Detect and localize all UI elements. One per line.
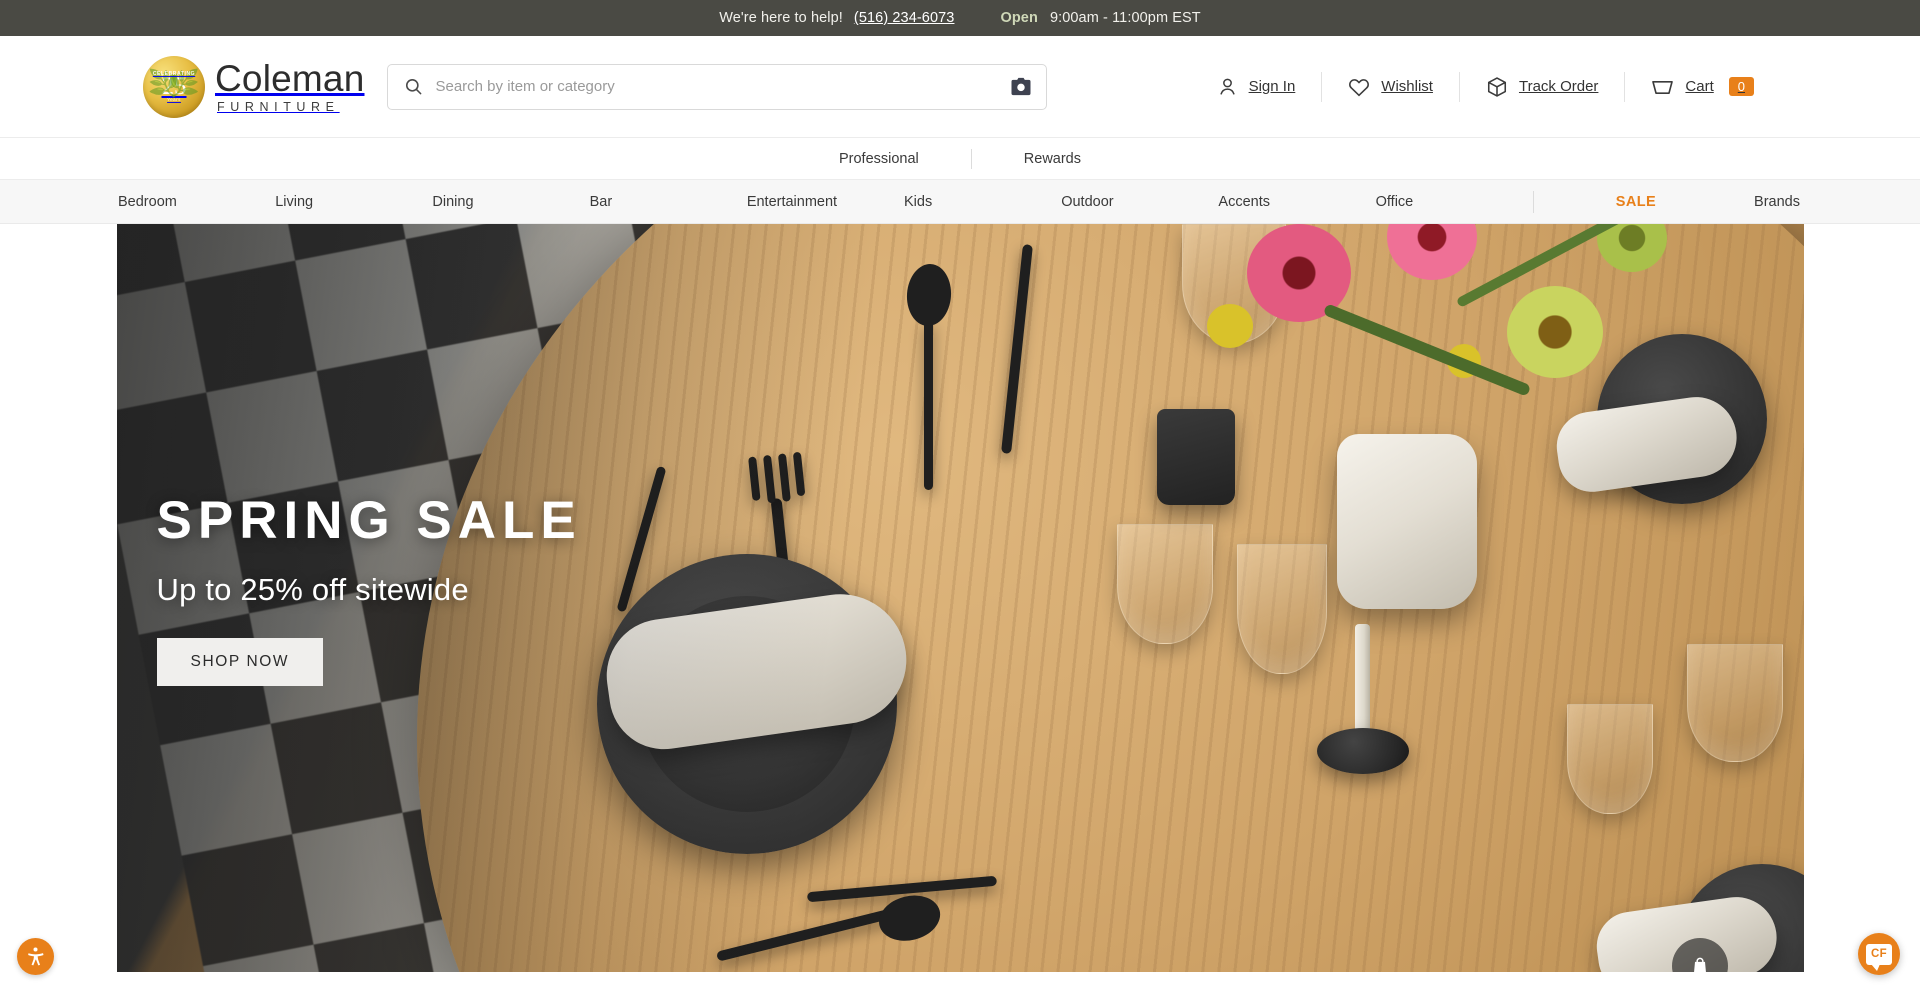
package-icon <box>1486 76 1508 98</box>
badge-years-text: Years <box>167 97 181 102</box>
nav-item-outdoor[interactable]: Outdoor <box>1061 194 1218 210</box>
cart-button[interactable]: Cart 0 <box>1625 67 1780 107</box>
wishlist-label: Wishlist <box>1381 78 1433 95</box>
top-utility-bar: We're here to help! (516) 234-6073 Open … <box>0 0 1920 36</box>
search-input[interactable] <box>435 78 1011 95</box>
heart-icon <box>1348 77 1370 97</box>
user-icon <box>1217 76 1238 97</box>
accessibility-icon[interactable] <box>17 938 54 975</box>
cart-label: Cart <box>1685 78 1714 95</box>
logo-subtitle: FURNITURE <box>217 99 340 114</box>
nav-professional[interactable]: Professional <box>787 151 971 167</box>
logo-wordmark: Coleman FURNITURE <box>215 57 365 114</box>
main-nav-promo: SALE Brands <box>1534 194 1800 210</box>
nav-item-brands[interactable]: Brands <box>1736 194 1800 210</box>
sign-in-button[interactable]: Sign In <box>1191 67 1322 107</box>
main-navigation: Bedroom Living Dining Bar Entertainment … <box>0 180 1920 224</box>
secondary-nav-bar: Professional Rewards <box>0 138 1920 180</box>
header-actions: Sign In Wishlist Track Order Cart 0 <box>1191 67 1780 107</box>
site-logo[interactable]: 🌿 🌿 Celebrating 25 Years Coleman FURNITU… <box>143 55 365 118</box>
hero-content: SPRING SALE Up to 25% off sitewide SHOP … <box>156 491 582 686</box>
nav-rewards[interactable]: Rewards <box>972 151 1133 167</box>
nav-item-kids[interactable]: Kids <box>904 194 1061 210</box>
shop-now-button[interactable]: SHOP NOW <box>156 638 324 686</box>
search-bar[interactable] <box>387 63 1048 110</box>
search-icon <box>404 77 423 96</box>
phone-link[interactable]: (516) 234-6073 <box>854 10 955 26</box>
cart-icon <box>1651 77 1674 97</box>
anniversary-badge-icon: 🌿 🌿 Celebrating 25 Years <box>143 55 205 118</box>
nav-item-office[interactable]: Office <box>1376 194 1533 210</box>
hours-group: Open 9:00am - 11:00pm EST <box>1000 10 1200 26</box>
wishlist-button[interactable]: Wishlist <box>1322 67 1459 107</box>
nav-item-entertainment[interactable]: Entertainment <box>747 194 904 210</box>
nav-item-sale[interactable]: SALE <box>1534 194 1736 210</box>
chat-bubble-icon[interactable]: CF <box>1858 933 1900 975</box>
chat-label: CF <box>1866 943 1892 971</box>
sign-in-label: Sign In <box>1248 78 1296 95</box>
help-group: We're here to help! (516) 234-6073 <box>719 10 954 26</box>
hero-title: SPRING SALE <box>156 491 582 550</box>
logo-name: Coleman <box>215 57 365 99</box>
track-order-label: Track Order <box>1518 78 1599 95</box>
site-header: 🌿 🌿 Celebrating 25 Years Coleman FURNITU… <box>0 36 1920 138</box>
main-nav-categories: Bedroom Living Dining Bar Entertainment … <box>118 194 1533 210</box>
hero-subtitle: Up to 25% off sitewide <box>156 572 469 607</box>
nav-item-living[interactable]: Living <box>275 194 432 210</box>
nav-item-bar[interactable]: Bar <box>590 194 747 210</box>
open-status-label: Open <box>1000 10 1038 26</box>
badge-celebrating-text: Celebrating <box>152 71 196 77</box>
track-order-button[interactable]: Track Order <box>1460 67 1624 107</box>
nav-item-bedroom[interactable]: Bedroom <box>118 194 275 210</box>
help-text: We're here to help! <box>719 10 843 26</box>
hero-banner[interactable]: SPRING SALE Up to 25% off sitewide SHOP … <box>116 224 1804 972</box>
nav-item-dining[interactable]: Dining <box>432 194 589 210</box>
nav-item-accents[interactable]: Accents <box>1218 194 1375 210</box>
hours-text: 9:00am - 11:00pm EST <box>1049 10 1201 26</box>
cart-count-badge: 0 <box>1728 77 1754 96</box>
camera-search-button[interactable] <box>1010 77 1032 96</box>
